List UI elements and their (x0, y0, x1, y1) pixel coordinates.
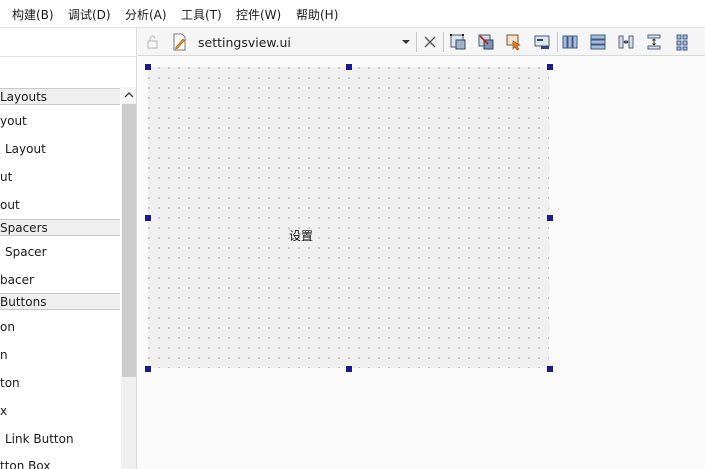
edit-buddies-icon[interactable] (505, 33, 523, 51)
category-label: Spacers (0, 221, 48, 235)
menu-bar: 构建(B) 调试(D) 分析(A) 工具(T) 控件(W) 帮助(H) (0, 0, 705, 28)
widget-item-horizontal-spacer[interactable]: Spacer (5, 242, 47, 262)
scroll-up-arrow-icon[interactable] (121, 87, 136, 103)
toolbar-separator (443, 32, 444, 52)
widget-item-check-box[interactable]: x (0, 401, 7, 421)
widget-item-horizontal-layout[interactable]: Layout (5, 139, 46, 159)
category-label: Layouts (0, 90, 48, 104)
resize-handle-top-left[interactable] (145, 64, 151, 70)
form-editor-toolbar: settingsview.ui (138, 28, 705, 56)
widget-item-radio-button[interactable]: ton (0, 373, 20, 393)
edit-signals-slots-icon[interactable] (477, 33, 495, 51)
layout-horizontal-icon[interactable] (561, 33, 579, 51)
resize-handle-top[interactable] (346, 64, 352, 70)
toolbar-separator (416, 32, 417, 52)
menu-tools[interactable]: 工具(T) (181, 0, 222, 28)
category-layouts[interactable]: Layouts (0, 88, 120, 105)
resize-handle-top-right[interactable] (547, 64, 553, 70)
widget-item-tool-button[interactable]: n (0, 345, 8, 365)
scrollbar-thumb[interactable] (122, 104, 136, 377)
resize-handle-bottom-left[interactable] (145, 366, 151, 372)
lock-icon[interactable] (144, 33, 162, 51)
widget-box-filter[interactable] (0, 28, 136, 57)
toolbar-separator (557, 32, 558, 52)
layout-vertical-icon[interactable] (589, 33, 607, 51)
category-spacers[interactable]: Spacers (0, 219, 120, 236)
menu-build[interactable]: 构建(B) (12, 0, 54, 28)
close-icon[interactable] (421, 33, 439, 51)
resize-handle-left[interactable] (145, 215, 151, 221)
widget-item-command-link-button[interactable]: Link Button (5, 429, 74, 449)
menu-debug[interactable]: 调试(D) (68, 0, 111, 28)
layout-horizontal-splitter-icon[interactable] (617, 33, 635, 51)
category-label: Buttons (0, 295, 47, 309)
form-canvas[interactable]: 设置 (148, 67, 549, 368)
widget-item-vertical-spacer[interactable]: bacer (0, 270, 34, 290)
layout-grid-icon[interactable] (673, 33, 691, 51)
file-edit-icon (171, 33, 189, 51)
menu-analyze[interactable]: 分析(A) (125, 0, 167, 28)
widget-item-grid-layout[interactable]: ut (0, 167, 12, 187)
resize-handle-right[interactable] (547, 215, 553, 221)
layout-vertical-splitter-icon[interactable] (645, 33, 663, 51)
menu-help[interactable]: 帮助(H) (296, 0, 338, 28)
resize-handle-bottom[interactable] (346, 366, 352, 372)
form-label-settings[interactable]: 设置 (289, 227, 313, 244)
category-buttons[interactable]: Buttons (0, 293, 120, 310)
current-file-name[interactable]: settingsview.ui (198, 28, 291, 56)
widget-item-push-button[interactable]: on (0, 317, 15, 337)
menu-widgets[interactable]: 控件(W) (236, 0, 281, 28)
edit-widgets-icon[interactable] (449, 33, 467, 51)
widget-item-dialog-button-box[interactable]: tton Box (0, 456, 50, 469)
resize-handle-bottom-right[interactable] (547, 366, 553, 372)
widget-item-vertical-layout[interactable]: yout (0, 111, 27, 131)
edit-tab-order-icon[interactable] (533, 33, 551, 51)
widget-item-form-layout[interactable]: out (0, 195, 20, 215)
widget-box-panel: Layouts yout Layout ut out Spacers Space… (0, 28, 137, 469)
